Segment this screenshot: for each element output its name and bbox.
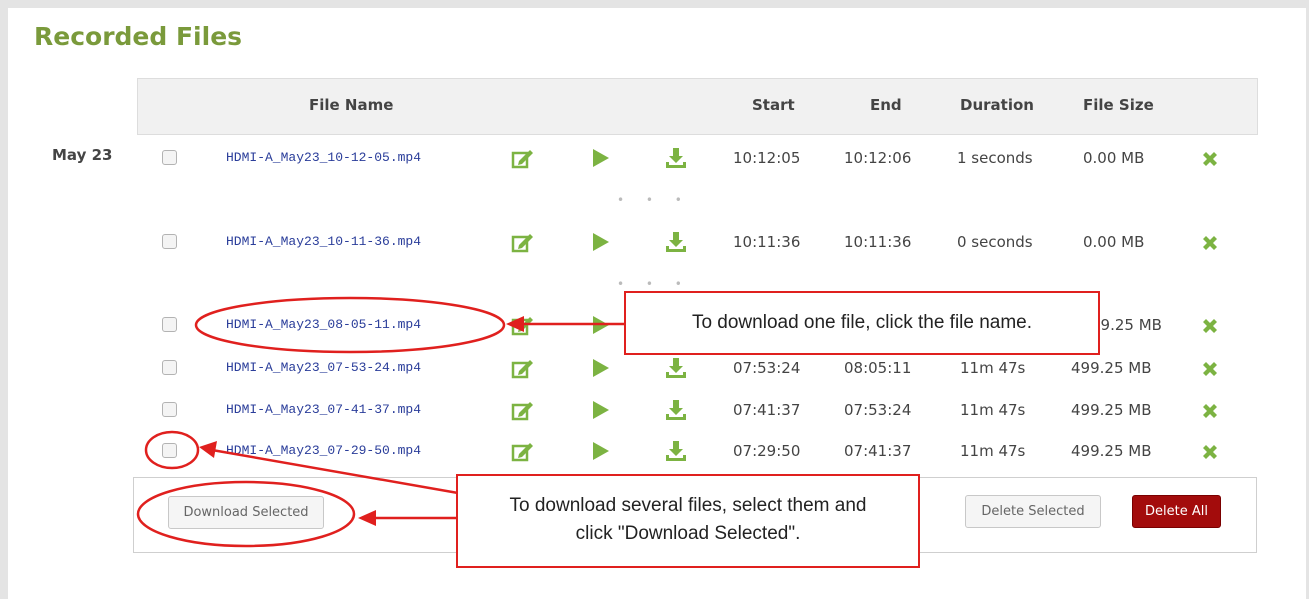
end-time: 07:41:37 xyxy=(844,442,912,460)
edit-icon[interactable] xyxy=(511,231,535,253)
frame-left xyxy=(0,0,8,599)
delete-x-icon[interactable] xyxy=(1200,359,1220,379)
delete-x-icon[interactable] xyxy=(1200,149,1220,169)
edit-icon[interactable] xyxy=(511,440,535,462)
edit-icon[interactable] xyxy=(511,314,535,336)
file-name-link[interactable]: HDMI-A_May23_07-29-50.mp4 xyxy=(226,443,421,458)
table-row: HDMI-A_May23_07-53-24.mp4 07:53:24 08:05… xyxy=(0,354,1309,384)
delete-x-icon[interactable] xyxy=(1200,233,1220,253)
file-name-link[interactable]: HDMI-A_May23_08-05-11.mp4 xyxy=(226,317,421,332)
end-time: 10:12:06 xyxy=(844,149,912,167)
callout-one-file-text: To download one file, click the file nam… xyxy=(691,312,1033,333)
edit-icon[interactable] xyxy=(511,399,535,421)
callout-several-files-line2: click "Download Selected". xyxy=(575,523,801,544)
start-time: 10:12:05 xyxy=(733,149,801,167)
row-checkbox[interactable] xyxy=(162,402,177,417)
play-icon[interactable] xyxy=(589,440,611,462)
file-size: 499.25 MB xyxy=(1071,359,1152,377)
file-size: 0.00 MB xyxy=(1083,149,1145,167)
duration: 0 seconds xyxy=(957,233,1033,251)
start-time: 07:53:24 xyxy=(733,359,801,377)
duration: 11m 47s xyxy=(960,359,1026,377)
duration: 1 seconds xyxy=(957,149,1033,167)
edit-icon[interactable] xyxy=(511,357,535,379)
play-icon[interactable] xyxy=(589,231,611,253)
header-duration: Duration xyxy=(960,96,1034,114)
header-end: End xyxy=(870,96,902,114)
table-row: HDMI-A_May23_07-29-50.mp4 07:29:50 07:41… xyxy=(0,437,1309,467)
frame-top xyxy=(0,0,1309,8)
end-time: 08:05:11 xyxy=(844,359,912,377)
header-file-name: File Name xyxy=(309,96,394,114)
start-time: 07:41:37 xyxy=(733,401,801,419)
delete-x-icon[interactable] xyxy=(1200,401,1220,421)
end-time: 10:11:36 xyxy=(844,233,912,251)
file-name-link[interactable]: HDMI-A_May23_10-12-05.mp4 xyxy=(226,150,421,165)
row-checkbox[interactable] xyxy=(162,317,177,332)
play-icon[interactable] xyxy=(589,147,611,169)
download-icon[interactable] xyxy=(664,398,688,422)
file-name-link[interactable]: HDMI-A_May23_10-11-36.mp4 xyxy=(226,234,421,249)
start-time: 07:29:50 xyxy=(733,442,801,460)
download-icon[interactable] xyxy=(664,356,688,380)
download-icon[interactable] xyxy=(664,230,688,254)
file-size: 499.25 MB xyxy=(1071,401,1152,419)
duration: 11m 47s xyxy=(960,442,1026,460)
row-checkbox[interactable] xyxy=(162,360,177,375)
download-icon[interactable] xyxy=(664,439,688,463)
download-selected-button[interactable]: Download Selected xyxy=(168,496,324,529)
play-icon[interactable] xyxy=(589,357,611,379)
edit-icon[interactable] xyxy=(511,147,535,169)
download-icon[interactable] xyxy=(664,146,688,170)
duration: 11m 47s xyxy=(960,401,1026,419)
file-name-link[interactable]: HDMI-A_May23_07-41-37.mp4 xyxy=(226,402,421,417)
table-row: HDMI-A_May23_10-12-05.mp4 10:12:05 10:12… xyxy=(0,144,1309,174)
file-size: 0.00 MB xyxy=(1083,233,1145,251)
header-file-size: File Size xyxy=(1083,96,1154,114)
delete-selected-button[interactable]: Delete Selected xyxy=(965,495,1101,528)
callout-several-files: To download several files, select them a… xyxy=(456,474,920,568)
delete-x-icon[interactable] xyxy=(1200,316,1220,336)
page-title: Recorded Files xyxy=(34,22,243,51)
ellipsis-separator: • • • xyxy=(617,193,691,207)
ellipsis-separator: • • • xyxy=(617,277,691,291)
file-size: 99.25 MB xyxy=(1091,316,1162,334)
row-checkbox[interactable] xyxy=(162,234,177,249)
file-size: 499.25 MB xyxy=(1071,442,1152,460)
delete-x-icon[interactable] xyxy=(1200,442,1220,462)
start-time: 10:11:36 xyxy=(733,233,801,251)
row-checkbox[interactable] xyxy=(162,150,177,165)
end-time: 07:53:24 xyxy=(844,401,912,419)
play-icon[interactable] xyxy=(589,314,611,336)
callout-one-file: To download one file, click the file nam… xyxy=(624,291,1100,355)
callout-several-files-line1: To download several files, select them a… xyxy=(509,495,867,516)
row-checkbox[interactable] xyxy=(162,443,177,458)
table-row: HDMI-A_May23_10-11-36.mp4 10:11:36 10:11… xyxy=(0,228,1309,258)
play-icon[interactable] xyxy=(589,399,611,421)
file-name-link[interactable]: HDMI-A_May23_07-53-24.mp4 xyxy=(226,360,421,375)
delete-all-button[interactable]: Delete All xyxy=(1132,495,1221,528)
table-row: HDMI-A_May23_07-41-37.mp4 07:41:37 07:53… xyxy=(0,396,1309,426)
header-start: Start xyxy=(752,96,795,114)
